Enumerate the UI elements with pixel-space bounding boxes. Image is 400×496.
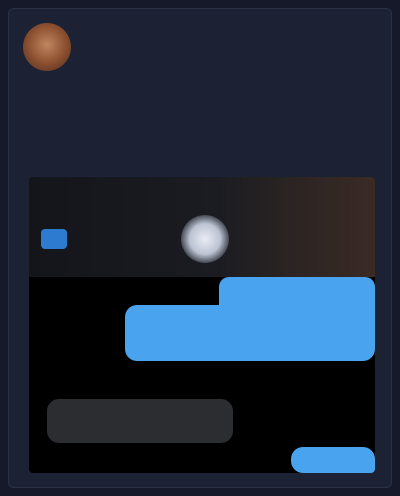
post-header [23,23,379,71]
post-card [8,8,392,488]
app-icon [41,229,67,249]
media-top-area [29,177,375,277]
post-media[interactable] [29,177,375,473]
avatar[interactable] [23,23,71,71]
light-orb-icon [181,215,229,263]
outgoing-message-bubble-small [291,447,375,473]
incoming-message-bubble [47,399,233,443]
outgoing-message-bubble [125,305,375,361]
